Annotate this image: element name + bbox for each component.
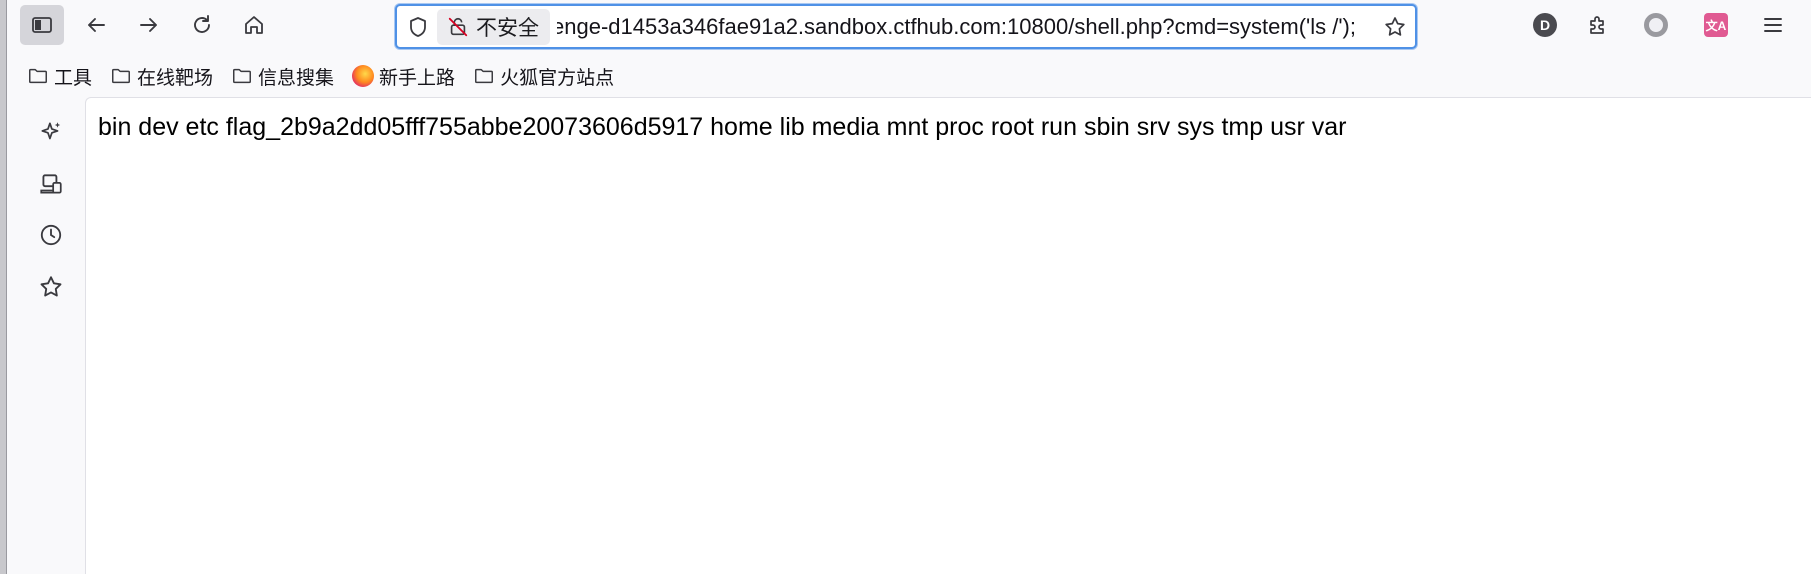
puzzle-icon — [1590, 16, 1604, 34]
navigation-toolbar: 不安全 enge-d1453a346fae91a2.sandbox.ctfhub… — [7, 0, 1811, 51]
synced-tabs-icon — [40, 174, 62, 194]
url-input[interactable]: enge-d1453a346fae91a2.sandbox.ctfhub.com… — [557, 6, 1357, 47]
back-button[interactable] — [74, 5, 118, 45]
sparkle-icon — [41, 122, 61, 140]
bookmark-getting-started[interactable]: 新手上路 — [352, 60, 455, 92]
arrow-left-icon — [88, 18, 105, 32]
bookmark-folder-online-range[interactable]: 在线靶场 — [110, 60, 213, 92]
account-avatar: D — [1533, 13, 1557, 37]
hamburger-menu-icon — [1764, 18, 1782, 32]
folder-icon — [475, 68, 494, 84]
bookmark-label: 在线靶场 — [137, 66, 214, 89]
folder-icon — [29, 68, 47, 84]
folder-icon — [233, 68, 252, 84]
forward-button[interactable] — [127, 5, 171, 45]
tracking-protection-button[interactable] — [405, 14, 431, 40]
account-button[interactable]: D — [1530, 10, 1560, 40]
home-button[interactable] — [232, 5, 276, 45]
bookmark-folder-info-gathering[interactable]: 信息搜集 — [231, 60, 334, 92]
sidebar-synced-tabs-button[interactable] — [28, 161, 74, 207]
sidebar-history-button[interactable] — [28, 212, 74, 258]
bookmark-label: 信息搜集 — [258, 66, 335, 89]
circle-extension-icon — [1644, 13, 1668, 37]
translate-button[interactable]: 文A — [1701, 10, 1731, 40]
window-edge — [0, 0, 7, 574]
bookmark-label: 工具 — [54, 66, 93, 89]
extension-circle-button[interactable] — [1641, 10, 1671, 40]
shield-icon — [410, 17, 426, 37]
bookmark-folder-firefox-sites[interactable]: 火狐官方站点 — [473, 60, 614, 92]
arrow-right-icon — [140, 18, 157, 32]
sidebar — [7, 97, 85, 574]
sidebar-icon — [32, 17, 52, 33]
command-output: bin dev etc flag_2b9a2dd05fff755abbe2007… — [98, 113, 1347, 141]
page-content: bin dev etc flag_2b9a2dd05fff755abbe2007… — [85, 97, 1811, 574]
insecure-lock-icon — [448, 17, 468, 37]
bookmarks-toolbar: 工具 在线靶场 信息搜集 新手上路 火狐官方站点 — [7, 56, 1811, 96]
site-security-button[interactable]: 不安全 — [437, 9, 550, 45]
menu-button[interactable] — [1758, 10, 1788, 40]
bookmark-star-icon — [40, 276, 62, 297]
sidebar-ai-button[interactable] — [28, 109, 74, 155]
star-icon — [1385, 17, 1405, 36]
reload-icon — [194, 15, 210, 33]
reload-button[interactable] — [180, 5, 224, 45]
bookmark-label: 新手上路 — [379, 66, 456, 89]
url-text: enge-d1453a346fae91a2.sandbox.ctfhub.com… — [557, 13, 1356, 39]
bookmark-folder-tools[interactable]: 工具 — [27, 60, 92, 92]
bookmark-label: 火狐官方站点 — [500, 66, 615, 89]
url-bar[interactable]: 不安全 enge-d1453a346fae91a2.sandbox.ctfhub… — [395, 4, 1417, 49]
folder-icon — [112, 68, 130, 84]
sidebar-toggle-button[interactable] — [20, 5, 64, 45]
security-label: 不安全 — [476, 16, 539, 40]
history-icon — [40, 224, 62, 246]
translate-icon: 文A — [1704, 13, 1728, 37]
extensions-button[interactable] — [1583, 10, 1613, 40]
firefox-icon — [352, 65, 375, 87]
sidebar-bookmarks-button[interactable] — [28, 264, 74, 310]
home-icon — [245, 16, 263, 34]
bookmark-page-button[interactable] — [1381, 13, 1409, 41]
